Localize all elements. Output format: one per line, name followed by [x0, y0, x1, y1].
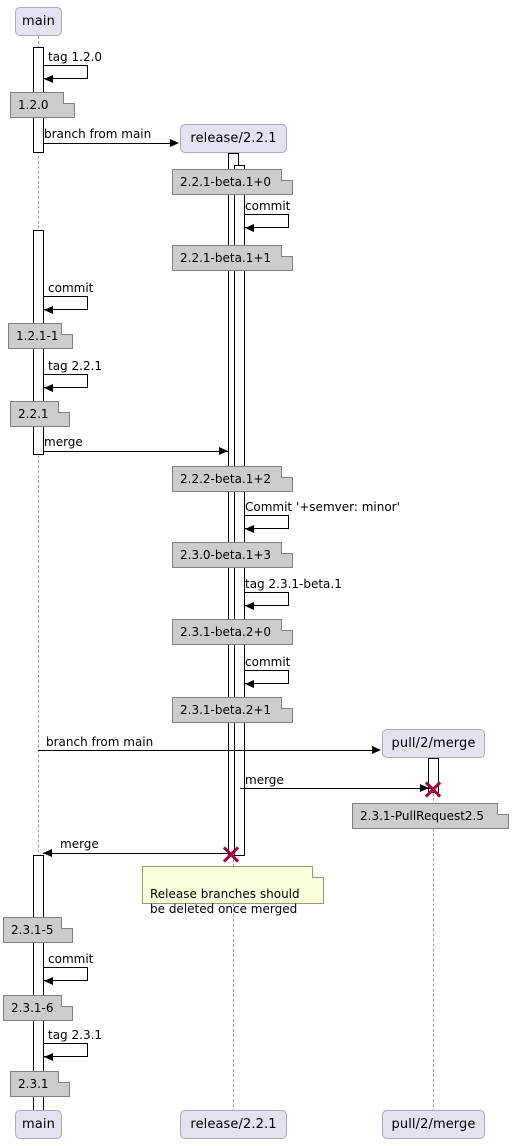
note-fold-icon [58, 1071, 70, 1083]
version-note-2-3-1-beta-2-0-label: 2.3.1-beta.2+0 [180, 625, 272, 639]
version-note-2-2-1-label: 2.2.1 [18, 407, 49, 421]
arrowhead-commit-semver-minor [245, 525, 254, 533]
note-fold-icon [281, 697, 293, 709]
version-note-2-3-1-5: 2.3.1-5 [3, 917, 73, 943]
message-label-commit-semver-minor: Commit '+semver: minor' [245, 500, 400, 514]
participant-pull-header-label: pull/2/merge [391, 736, 476, 751]
participant-main-footer-label: main [22, 1117, 55, 1132]
message-label-tag-2-3-1-beta-1: tag 2.3.1-beta.1 [245, 577, 342, 591]
message-line-branch-from-main-release [43, 143, 171, 144]
message-label-branch-from-main-pull: branch from main [46, 735, 154, 749]
participant-pull-footer[interactable]: pull/2/merge [382, 1110, 485, 1139]
note-fold-icon [58, 401, 70, 413]
participant-release-header[interactable]: release/2.2.1 [180, 124, 287, 153]
note-fold-icon [281, 542, 293, 554]
arrowhead-commit-main-1 [44, 306, 53, 314]
version-note-2-3-0-beta-1-3: 2.3.0-beta.1+3 [172, 542, 293, 568]
note-fold-icon [61, 917, 73, 929]
participant-pull-footer-label: pull/2/merge [391, 1117, 476, 1132]
destroy-marker-release-icon [221, 844, 241, 864]
version-note-1-2-0-label: 1.2.0 [18, 98, 49, 112]
destroy-marker-pull-icon [423, 779, 443, 799]
note-fold-icon [281, 169, 293, 181]
message-line-merge-release-pull [240, 788, 433, 789]
arrowhead-tag-1-2-0 [44, 75, 53, 83]
arrowhead-commit-main-2 [44, 977, 53, 985]
arrowhead-branch-from-main-release [170, 139, 179, 147]
arrowhead-tag-2-3-1 [44, 1053, 53, 1061]
message-line-merge-main-release [43, 451, 228, 452]
version-note-2-2-1-beta-1-0-label: 2.2.1-beta.1+0 [180, 175, 272, 189]
participant-pull-header[interactable]: pull/2/merge [382, 729, 485, 758]
arrowhead-tag-2-2-1 [44, 384, 53, 392]
message-label-tag-2-2-1: tag 2.2.1 [48, 359, 103, 373]
version-note-1-2-0: 1.2.0 [10, 92, 75, 118]
message-label-commit-release-1: commit [245, 199, 291, 213]
version-note-2-2-1: 2.2.1 [10, 401, 70, 427]
participant-release-footer[interactable]: release/2.2.1 [180, 1110, 287, 1139]
version-note-2-3-0-beta-1-3-label: 2.3.0-beta.1+3 [180, 548, 272, 562]
message-label-commit-main-1: commit [48, 281, 94, 295]
note-fold-icon [281, 466, 293, 478]
version-note-2-3-1-beta-2-1: 2.3.1-beta.2+1 [172, 697, 293, 723]
participant-main-footer[interactable]: main [15, 1110, 62, 1139]
message-label-commit-main-2: commit [48, 952, 94, 966]
version-note-2-3-1-pullrequest-2-5: 2.3.1-PullRequest2.5 [352, 803, 509, 829]
version-note-2-3-1-6-label: 2.3.1-6 [11, 1001, 54, 1015]
message-label-branch-from-main-release: branch from main [44, 127, 152, 141]
version-note-2-2-1-beta-1-0: 2.2.1-beta.1+0 [172, 169, 293, 195]
version-note-2-2-1-beta-1-1-label: 2.2.1-beta.1+1 [180, 251, 272, 265]
participant-main-header-label: main [22, 14, 55, 29]
sequence-diagram: main release/2.2.1 pull/2/merge tag 1.2.… [0, 0, 514, 1146]
participant-release-footer-label: release/2.2.1 [190, 1117, 277, 1132]
arrowhead-branch-from-main-pull [372, 746, 381, 754]
version-note-2-3-1-6: 2.3.1-6 [3, 995, 73, 1021]
note-fold-icon [63, 92, 75, 104]
note-fold-icon [281, 619, 293, 631]
version-note-1-2-1-1: 1.2.1-1 [8, 323, 73, 349]
message-label-merge-main-release: merge [44, 435, 83, 449]
arrowhead-merge-release-main [43, 849, 52, 857]
version-note-2-3-1-5-label: 2.3.1-5 [11, 923, 54, 937]
arrowhead-merge-main-release [219, 447, 228, 455]
message-label-tag-1-2-0: tag 1.2.0 [48, 50, 103, 64]
note-fold-icon [312, 866, 324, 878]
version-note-2-2-2-beta-1-2-label: 2.2.2-beta.1+2 [180, 472, 272, 486]
arrowhead-commit-release-1 [245, 224, 254, 232]
version-note-2-2-1-beta-1-1: 2.2.1-beta.1+1 [172, 245, 293, 271]
message-line-branch-from-main-pull [38, 750, 373, 751]
note-fold-icon [281, 245, 293, 257]
version-note-2-3-1-label: 2.3.1 [18, 1077, 49, 1091]
message-label-tag-2-3-1: tag 2.3.1 [48, 1028, 103, 1042]
message-label-merge-release-pull: merge [245, 773, 284, 787]
note-release-branch-deletion: Release branches should be deleted once … [142, 866, 324, 916]
version-note-2-3-1-beta-2-0: 2.3.1-beta.2+0 [172, 619, 293, 645]
version-note-2-3-1: 2.3.1 [10, 1071, 70, 1097]
message-label-commit-release-2: commit [245, 655, 291, 669]
note-fold-icon [61, 995, 73, 1007]
participant-main-header[interactable]: main [15, 7, 62, 36]
note-fold-icon [61, 323, 73, 335]
arrowhead-commit-release-2 [245, 680, 254, 688]
participant-release-header-label: release/2.2.1 [190, 131, 277, 146]
message-label-merge-release-main: merge [60, 837, 99, 851]
version-note-1-2-1-1-label: 1.2.1-1 [16, 329, 59, 343]
version-note-2-2-2-beta-1-2: 2.2.2-beta.1+2 [172, 466, 293, 492]
message-line-merge-release-main [43, 853, 235, 854]
note-release-branch-deletion-text: Release branches should be deleted once … [150, 887, 300, 916]
version-note-2-3-1-pullrequest-2-5-label: 2.3.1-PullRequest2.5 [360, 809, 484, 823]
note-fold-icon [497, 803, 509, 815]
arrowhead-tag-2-3-1-beta-1 [245, 602, 254, 610]
version-note-2-3-1-beta-2-1-label: 2.3.1-beta.2+1 [180, 703, 272, 717]
